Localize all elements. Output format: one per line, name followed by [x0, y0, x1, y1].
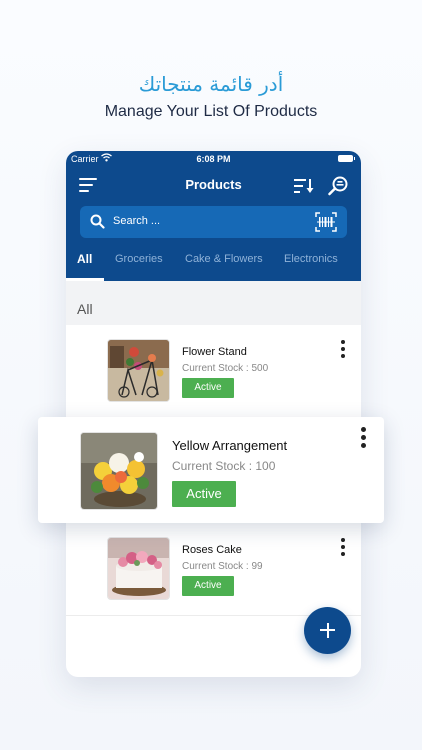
product-card-flower-stand[interactable]: Flower Stand Current Stock : 500 Active — [66, 326, 361, 416]
product-image-flower-stand — [107, 339, 170, 402]
status-badge[interactable]: Active — [182, 378, 234, 398]
category-tabs: All Groceries Cake & Flowers Electronics — [66, 251, 361, 281]
add-product-button[interactable] — [304, 607, 351, 654]
hero-english-title: Manage Your List Of Products — [104, 103, 318, 120]
more-vert-icon[interactable] — [360, 427, 367, 449]
search-users-icon[interactable] — [328, 176, 350, 196]
status-time: 6:08 PM — [196, 154, 231, 164]
more-vert-icon[interactable] — [340, 340, 346, 358]
product-stock: Current Stock : 500 — [182, 363, 269, 374]
battery-icon — [338, 155, 355, 162]
search-icon — [90, 214, 105, 229]
tab-cake-flowers[interactable]: Cake & Flowers — [185, 253, 263, 265]
status-badge[interactable]: Active — [182, 576, 234, 596]
section-label: All — [77, 301, 93, 317]
status-bar: Carrier 6:08 PM — [66, 151, 361, 167]
product-name: Roses Cake — [182, 544, 242, 556]
sort-icon[interactable] — [294, 178, 314, 194]
product-card-roses-cake[interactable]: Roses Cake Current Stock : 99 Active — [66, 524, 361, 614]
phone-screen: Carrier 6:08 PM Products Search ... All … — [66, 151, 361, 677]
product-name: Flower Stand — [182, 346, 247, 358]
product-name: Yellow Arrangement — [172, 438, 288, 453]
tab-groceries[interactable]: Groceries — [115, 253, 163, 265]
product-card-yellow-arrangement[interactable]: Yellow Arrangement Current Stock : 100 A… — [38, 417, 384, 523]
status-badge[interactable]: Active — [172, 481, 236, 507]
product-image-roses-cake — [107, 537, 170, 600]
page-title: Products — [185, 177, 242, 192]
search-input[interactable]: Search ... — [113, 215, 160, 227]
more-vert-icon[interactable] — [340, 538, 346, 556]
product-stock: Current Stock : 99 — [182, 561, 263, 572]
hero-arabic-title: أدر قائمة منتجاتك — [138, 72, 284, 96]
product-stock: Current Stock : 100 — [172, 459, 276, 473]
barcode-scan-icon[interactable] — [315, 212, 337, 232]
tab-all[interactable]: All — [77, 252, 92, 266]
section-header: All — [66, 281, 361, 325]
tab-electronics[interactable]: Electronics — [284, 253, 338, 265]
product-image-yellow-arrangement — [80, 432, 158, 510]
search-bar[interactable]: Search ... — [80, 206, 347, 238]
app-header: Carrier 6:08 PM Products Search ... All … — [66, 151, 361, 281]
